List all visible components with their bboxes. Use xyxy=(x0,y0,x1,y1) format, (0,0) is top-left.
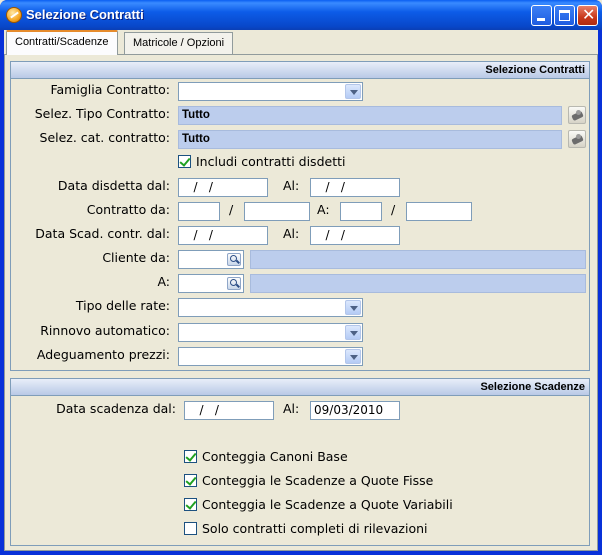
rinnovo-select[interactable] xyxy=(178,323,363,342)
maximize-icon xyxy=(559,10,570,21)
famiglia-contratto-select[interactable] xyxy=(178,82,363,101)
data-scadenza-label: Data scadenza dal: xyxy=(56,401,176,416)
tipo-contratto-field[interactable]: Tutto xyxy=(178,106,562,125)
tab-contratti-scadenze[interactable]: Contratti/Scadenze xyxy=(6,30,118,55)
quote-fisse-label: Conteggia le Scadenze a Quote Fisse xyxy=(202,473,434,488)
data-disdetta-from-input[interactable]: / / xyxy=(178,178,268,197)
cat-contratto-label: Selez. cat. contratto: xyxy=(39,130,170,145)
quote-variabili-label: Conteggia le Scadenze a Quote Variabili xyxy=(202,497,453,512)
cliente-a-label: A: xyxy=(157,274,170,289)
quote-fisse-checkbox[interactable] xyxy=(184,474,197,487)
minimize-icon xyxy=(537,18,545,21)
group-header: Selezione Scadenze xyxy=(11,379,589,396)
canoni-base-checkbox[interactable] xyxy=(184,450,197,463)
chevron-down-icon[interactable] xyxy=(345,349,361,364)
close-icon: ✕ xyxy=(582,5,596,24)
close-button[interactable]: ✕ xyxy=(577,5,598,26)
solo-completi-label: Solo contratti completi di rilevazioni xyxy=(202,521,428,536)
tipo-rate-label: Tipo delle rate: xyxy=(75,298,170,313)
scad-al-label: Al: xyxy=(283,226,300,241)
tipo-rate-select[interactable] xyxy=(178,298,363,317)
window-title: Selezione Contratti xyxy=(26,7,144,22)
data-disdetta-label: Data disdetta dal: xyxy=(57,178,170,193)
contratto-a-prefix-input[interactable] xyxy=(340,202,382,221)
data-scadenza-to-input[interactable]: 09/03/2010 xyxy=(310,401,400,420)
chevron-down-icon[interactable] xyxy=(345,84,361,99)
solo-completi-checkbox[interactable] xyxy=(184,522,197,535)
cliente-da-label: Cliente da: xyxy=(102,250,170,265)
tab-matricole-opzioni[interactable]: Matricole / Opzioni xyxy=(124,32,234,54)
data-scadenza-from-input[interactable]: / / xyxy=(184,401,274,420)
data-disdetta-to-input[interactable]: / / xyxy=(310,178,400,197)
group-header: Selezione Contratti xyxy=(11,62,589,79)
contratto-da-slash: / xyxy=(229,202,234,217)
famiglia-contratto-label: Famiglia Contratto: xyxy=(50,82,170,97)
scadenza-al-label: Al: xyxy=(283,401,300,416)
search-icon[interactable] xyxy=(227,277,241,290)
contratto-a-label: A: xyxy=(317,202,330,217)
contratto-da-label: Contratto da: xyxy=(86,202,170,217)
cliente-a-description xyxy=(250,274,586,293)
includi-disdetti-label: Includi contratti disdetti xyxy=(196,154,346,169)
search-icon[interactable] xyxy=(227,253,241,266)
group-selezione-contratti: Selezione Contratti Famiglia Contratto: … xyxy=(10,61,590,371)
title-bar[interactable]: Selezione Contratti ✕ xyxy=(0,0,602,30)
tipo-contratto-label: Selez. Tipo Contratto: xyxy=(34,106,170,121)
data-scad-label: Data Scad. contr. dal: xyxy=(35,226,170,241)
window: Selezione Contratti ✕ Contratti/Scadenze… xyxy=(0,0,602,555)
disdetta-al-label: Al: xyxy=(283,178,300,193)
tab-strip: Contratti/Scadenze Matricole / Opzioni xyxy=(4,30,598,55)
cliente-da-description xyxy=(250,250,586,269)
canoni-base-label: Conteggia Canoni Base xyxy=(202,449,348,464)
cat-contratto-field[interactable]: Tutto xyxy=(178,130,562,149)
adeguamento-label: Adeguamento prezzi: xyxy=(36,347,170,362)
tab-panel: Selezione Contratti Famiglia Contratto: … xyxy=(4,54,598,551)
contratto-a-slash: / xyxy=(391,202,396,217)
cat-contratto-picker-button[interactable] xyxy=(568,130,586,148)
cliente-da-input[interactable] xyxy=(178,250,244,269)
chevron-down-icon[interactable] xyxy=(345,300,361,315)
contratto-da-number-input[interactable] xyxy=(244,202,310,221)
rinnovo-label: Rinnovo automatico: xyxy=(40,323,170,338)
dialog-client: Contratti/Scadenze Matricole / Opzioni S… xyxy=(4,30,598,551)
data-scad-to-input[interactable]: / / xyxy=(310,226,400,245)
adeguamento-select[interactable] xyxy=(178,347,363,366)
quote-variabili-checkbox[interactable] xyxy=(184,498,197,511)
chevron-down-icon[interactable] xyxy=(345,325,361,340)
contratto-da-prefix-input[interactable] xyxy=(178,202,220,221)
group-selezione-scadenze: Selezione Scadenze Data scadenza dal: / … xyxy=(10,378,590,546)
maximize-button[interactable] xyxy=(554,5,575,26)
contratto-a-number-input[interactable] xyxy=(406,202,472,221)
minimize-button[interactable] xyxy=(531,5,552,26)
tipo-contratto-picker-button[interactable] xyxy=(568,106,586,124)
app-icon xyxy=(6,7,22,23)
includi-disdetti-checkbox[interactable] xyxy=(178,155,191,168)
cliente-a-input[interactable] xyxy=(178,274,244,293)
data-scad-from-input[interactable]: / / xyxy=(178,226,268,245)
